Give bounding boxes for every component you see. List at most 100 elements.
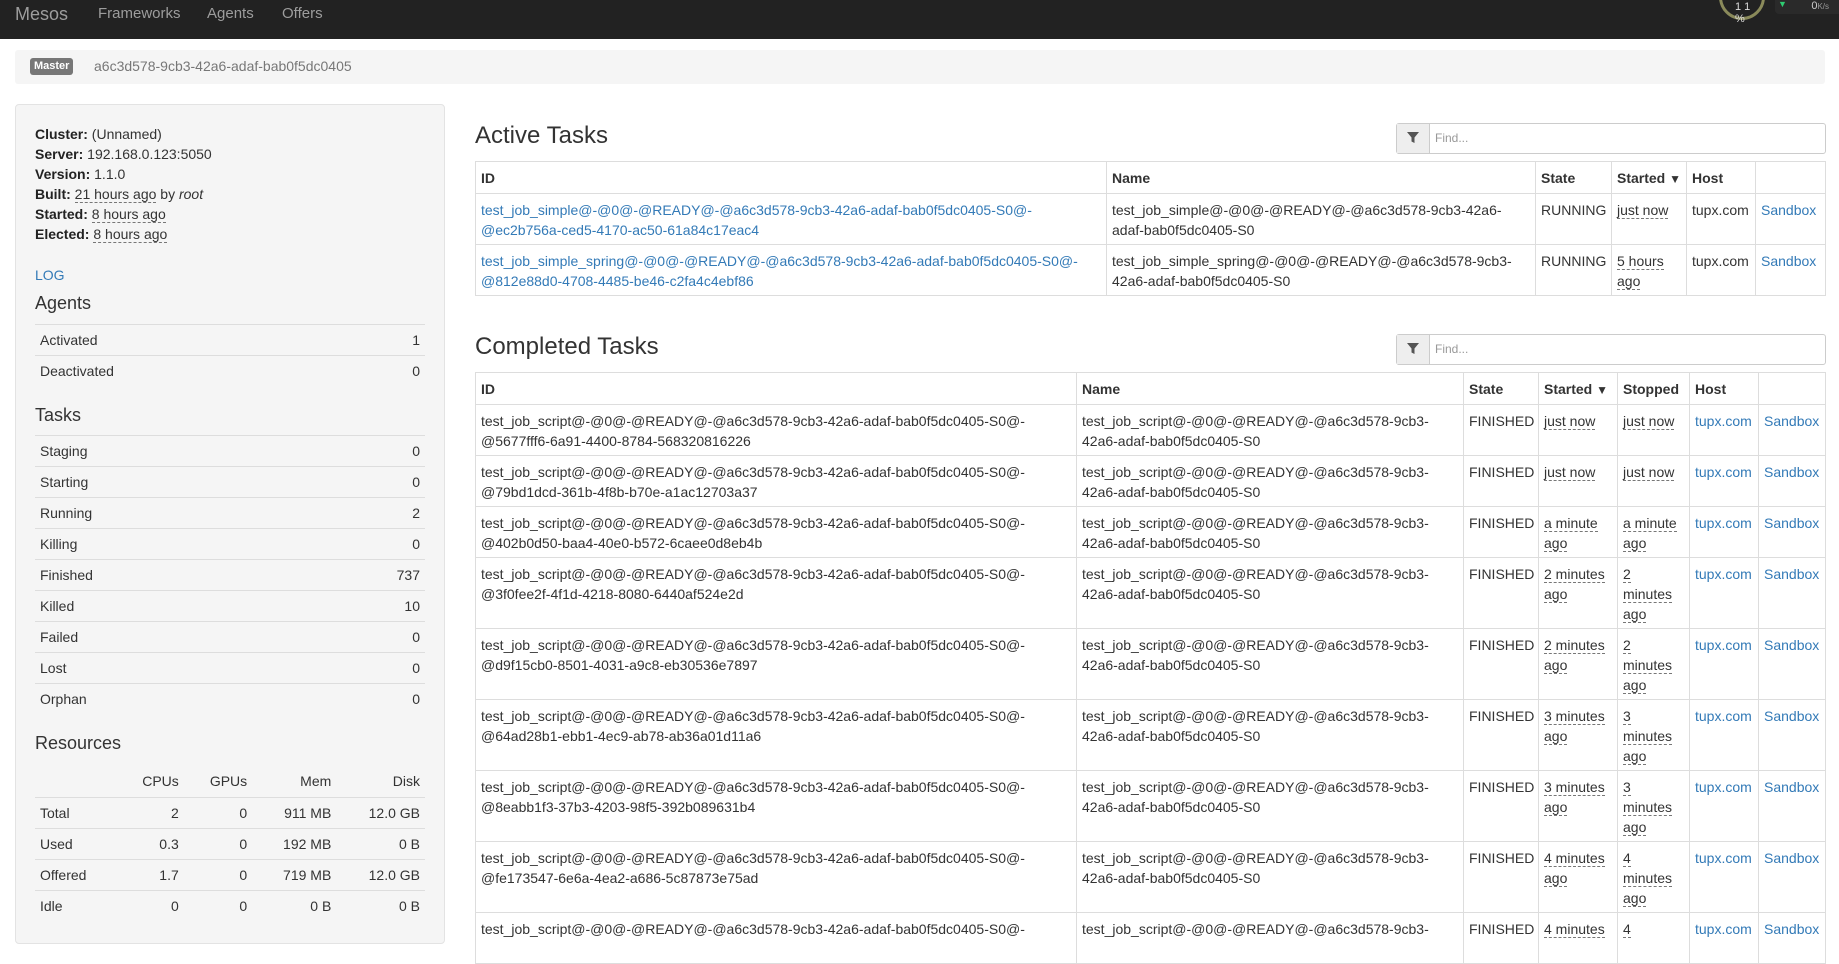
started-time: just now [1617, 202, 1669, 219]
started-time: 4 minutes [1538, 912, 1618, 964]
task-state: FINISHED [1463, 628, 1539, 700]
task-id: test_job_script@-@0@-@READY@-@a6c3d578-9… [475, 841, 1077, 913]
nav-offers[interactable]: Offers [282, 5, 323, 22]
download-arrow-icon: ▼ [1778, 0, 1787, 9]
started-time: 2 minutes ago [1538, 557, 1618, 629]
col-state[interactable]: State [1463, 372, 1539, 405]
sandbox-link[interactable]: Sandbox [1764, 515, 1819, 531]
host-link[interactable]: tupx.com [1695, 413, 1752, 429]
filter-icon[interactable] [1397, 335, 1430, 364]
active-tasks-search-input[interactable] [1433, 127, 1813, 149]
cluster-sidebar: Cluster: (Unnamed) Server: 192.168.0.123… [15, 104, 445, 944]
table-row: test_job_simple@-@0@-@READY@-@a6c3d578-9… [475, 193, 1826, 245]
task-id-link[interactable]: test_job_simple_spring@-@0@-@READY@-@a6c… [481, 253, 1078, 289]
task-state: FINISHED [1463, 455, 1539, 507]
col-host[interactable]: Host [1689, 372, 1759, 405]
stopped-time: just now [1617, 404, 1690, 456]
stopped-time: just now [1617, 455, 1690, 507]
master-id: a6c3d578-9cb3-42a6-adaf-bab0f5dc0405 [94, 58, 352, 74]
stopped-time: 4 [1617, 912, 1690, 964]
elected-info: Elected: 8 hours ago [35, 226, 168, 243]
task-state: RUNNING [1535, 244, 1612, 296]
active-tasks-title: Active Tasks [475, 122, 608, 149]
host-link[interactable]: tupx.com [1695, 464, 1752, 480]
table-row: test_job_script@-@0@-@READY@-@a6c3d578-9… [475, 770, 1826, 842]
server-value: 192.168.0.123:5050 [87, 146, 212, 162]
task-name: test_job_script@-@0@-@READY@-@a6c3d578-9… [1076, 841, 1464, 913]
sandbox-link[interactable]: Sandbox [1764, 779, 1819, 795]
completed-tasks-search-input[interactable] [1433, 338, 1813, 360]
task-id: test_job_script@-@0@-@READY@-@a6c3d578-9… [475, 912, 1077, 964]
host-link[interactable]: tupx.com [1695, 515, 1752, 531]
task-id: test_job_script@-@0@-@READY@-@a6c3d578-9… [475, 770, 1077, 842]
task-name: test_job_script@-@0@-@READY@-@a6c3d578-9… [1076, 699, 1464, 771]
version-info: Version: 1.1.0 [35, 166, 126, 182]
sandbox-link[interactable]: Sandbox [1764, 413, 1819, 429]
stopped-time: 3 minutes ago [1617, 699, 1690, 771]
table-row: test_job_simple_spring@-@0@-@READY@-@a6c… [475, 244, 1826, 296]
table-row: Running 2 [35, 497, 425, 529]
brand-logo[interactable]: Mesos [15, 4, 68, 25]
host-link[interactable]: tupx.com [1695, 637, 1752, 653]
sandbox-link[interactable]: Sandbox [1764, 464, 1819, 480]
started-time: 3 minutes ago [1538, 770, 1618, 842]
task-id: test_job_script@-@0@-@READY@-@a6c3d578-9… [475, 506, 1077, 558]
completed-tasks-search [1396, 334, 1826, 365]
sort-desc-icon: ▼ [1669, 171, 1682, 186]
table-row: test_job_script@-@0@-@READY@-@a6c3d578-9… [475, 506, 1826, 558]
sandbox-link[interactable]: Sandbox [1761, 202, 1816, 218]
table-header-row: ID Name State Started ▼ Host [475, 161, 1826, 194]
col-stopped[interactable]: Stopped [1617, 372, 1690, 405]
started-value: 8 hours ago [91, 206, 166, 223]
nav-agents[interactable]: Agents [207, 5, 254, 22]
table-row: Deactivated 0 [35, 355, 425, 387]
host-link[interactable]: tupx.com [1695, 708, 1752, 724]
task-name: test_job_script@-@0@-@READY@-@a6c3d578-9… [1076, 770, 1464, 842]
col-id[interactable]: ID [475, 161, 1107, 194]
sandbox-link[interactable]: Sandbox [1764, 850, 1819, 866]
log-link[interactable]: LOG [35, 267, 65, 283]
filter-icon[interactable] [1397, 124, 1430, 153]
stopped-time: 3 minutes ago [1617, 770, 1690, 842]
nav-frameworks[interactable]: Frameworks [98, 5, 181, 22]
col-sandbox [1758, 372, 1826, 405]
task-name: test_job_script@-@0@-@READY@-@a6c3d578-9… [1076, 628, 1464, 700]
navbar: Mesos Frameworks Agents Offers 1 1 % ▼ 0… [0, 0, 1839, 39]
col-name[interactable]: Name [1106, 161, 1536, 194]
col-host[interactable]: Host [1686, 161, 1756, 194]
network-monitor-widget: 1 1 % ▼ 0K/s [1719, 0, 1839, 25]
task-state: FINISHED [1463, 506, 1539, 558]
host-link[interactable]: tupx.com [1695, 850, 1752, 866]
task-state: FINISHED [1463, 404, 1539, 456]
task-state: FINISHED [1463, 841, 1539, 913]
task-id-link[interactable]: test_job_simple@-@0@-@READY@-@a6c3d578-9… [481, 202, 1032, 238]
col-name[interactable]: Name [1076, 372, 1464, 405]
sandbox-link[interactable]: Sandbox [1764, 921, 1819, 937]
sandbox-link[interactable]: Sandbox [1764, 708, 1819, 724]
col-state[interactable]: State [1535, 161, 1612, 194]
table-row: test_job_script@-@0@-@READY@-@a6c3d578-9… [475, 699, 1826, 771]
resources-heading: Resources [35, 733, 122, 753]
started-time: just now [1538, 455, 1618, 507]
table-row: Lost 0 [35, 652, 425, 684]
started-time: a minute ago [1538, 506, 1618, 558]
host-link[interactable]: tupx.com [1695, 566, 1752, 582]
host-link[interactable]: tupx.com [1695, 779, 1752, 795]
sandbox-link[interactable]: Sandbox [1764, 566, 1819, 582]
table-row: test_job_script@-@0@-@READY@-@a6c3d578-9… [475, 912, 1826, 964]
table-row: Orphan 0 [35, 683, 425, 715]
host-link[interactable]: tupx.com [1695, 921, 1752, 937]
task-id: test_job_script@-@0@-@READY@-@a6c3d578-9… [475, 557, 1077, 629]
col-started[interactable]: Started ▼ [1538, 372, 1618, 405]
started-time: 3 minutes ago [1538, 699, 1618, 771]
started-time: 5 hours [1617, 253, 1664, 270]
col-sandbox [1755, 161, 1826, 194]
col-id[interactable]: ID [475, 372, 1077, 405]
table-row: test_job_script@-@0@-@READY@-@a6c3d578-9… [475, 628, 1826, 700]
sandbox-link[interactable]: Sandbox [1761, 253, 1816, 269]
col-started[interactable]: Started ▼ [1611, 161, 1687, 194]
sandbox-link[interactable]: Sandbox [1764, 637, 1819, 653]
active-tasks-table: ID Name State Started ▼ Host test_job_si… [475, 161, 1826, 296]
network-rate-unit: K/s [1817, 2, 1829, 11]
stopped-time: 2 minutes ago [1617, 628, 1690, 700]
